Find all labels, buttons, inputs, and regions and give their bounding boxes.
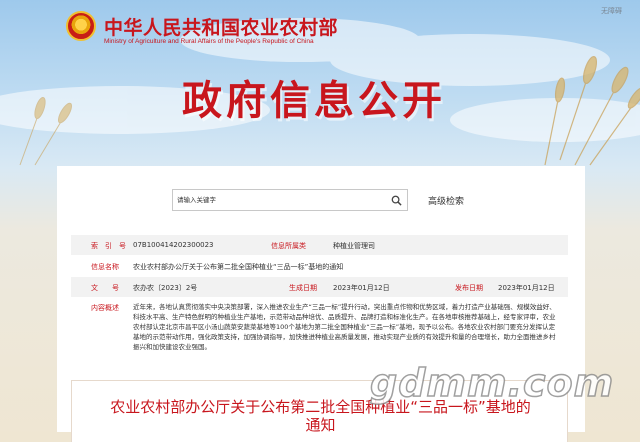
- docno-value: 农办农〔2023〕2号: [133, 284, 198, 292]
- info-table: 索 引 号 07B100414202300023 信息所属类 种植业管理司 信息…: [71, 235, 568, 351]
- info-row-docno: 文 号 农办农〔2023〕2号 生成日期 2023年01月12日 发布日期 20…: [71, 277, 568, 297]
- index-value: 07B100414202300023: [133, 241, 214, 249]
- pub-date-value: 2023年01月12日: [498, 284, 555, 292]
- document-title-line2: 通知: [305, 416, 336, 434]
- info-row-summary: 内容概述 近年来，各地认真贯彻落实中央决策部署，深入推进农业生产“三品一标”提升…: [71, 297, 568, 351]
- advanced-search-link[interactable]: 高级检索: [428, 194, 464, 207]
- index-label: 索 引 号: [91, 242, 126, 250]
- national-emblem-icon: [66, 11, 96, 41]
- info-row-index: 索 引 号 07B100414202300023 信息所属类 种植业管理司: [71, 235, 568, 255]
- name-value: 农业农村部办公厅关于公布第二批全国种植业“三品一标”基地的通知: [133, 263, 344, 271]
- ministry-name-en: Ministry of Agriculture and Rural Affair…: [104, 38, 314, 45]
- category-value: 种植业管理司: [333, 242, 375, 250]
- search-button[interactable]: [387, 192, 405, 208]
- banner-title: 政府信息公开: [182, 77, 446, 124]
- search-input[interactable]: [177, 192, 377, 208]
- pub-date-label: 发布日期: [455, 284, 483, 292]
- gen-date-value: 2023年01月12日: [333, 284, 390, 292]
- watermark: gdmm.com: [369, 360, 615, 406]
- category-label: 信息所属类: [271, 242, 306, 250]
- info-row-name: 信息名称 农业农村部办公厅关于公布第二批全国种植业“三品一标”基地的通知: [71, 255, 568, 277]
- accessibility-link[interactable]: 无障碍: [601, 6, 622, 16]
- docno-label: 文 号: [91, 284, 119, 292]
- ministry-name-cn[interactable]: 中华人民共和国农业农村部: [104, 13, 338, 40]
- search-icon: [391, 195, 402, 206]
- gen-date-label: 生成日期: [289, 284, 317, 292]
- search-box: [172, 189, 408, 211]
- summary-value: 近年来，各地认真贯彻落实中央决策部署，深入推进农业生产“三品一标”提升行动，突出…: [133, 303, 556, 351]
- name-label: 信息名称: [91, 263, 119, 271]
- summary-label: 内容概述: [91, 304, 119, 312]
